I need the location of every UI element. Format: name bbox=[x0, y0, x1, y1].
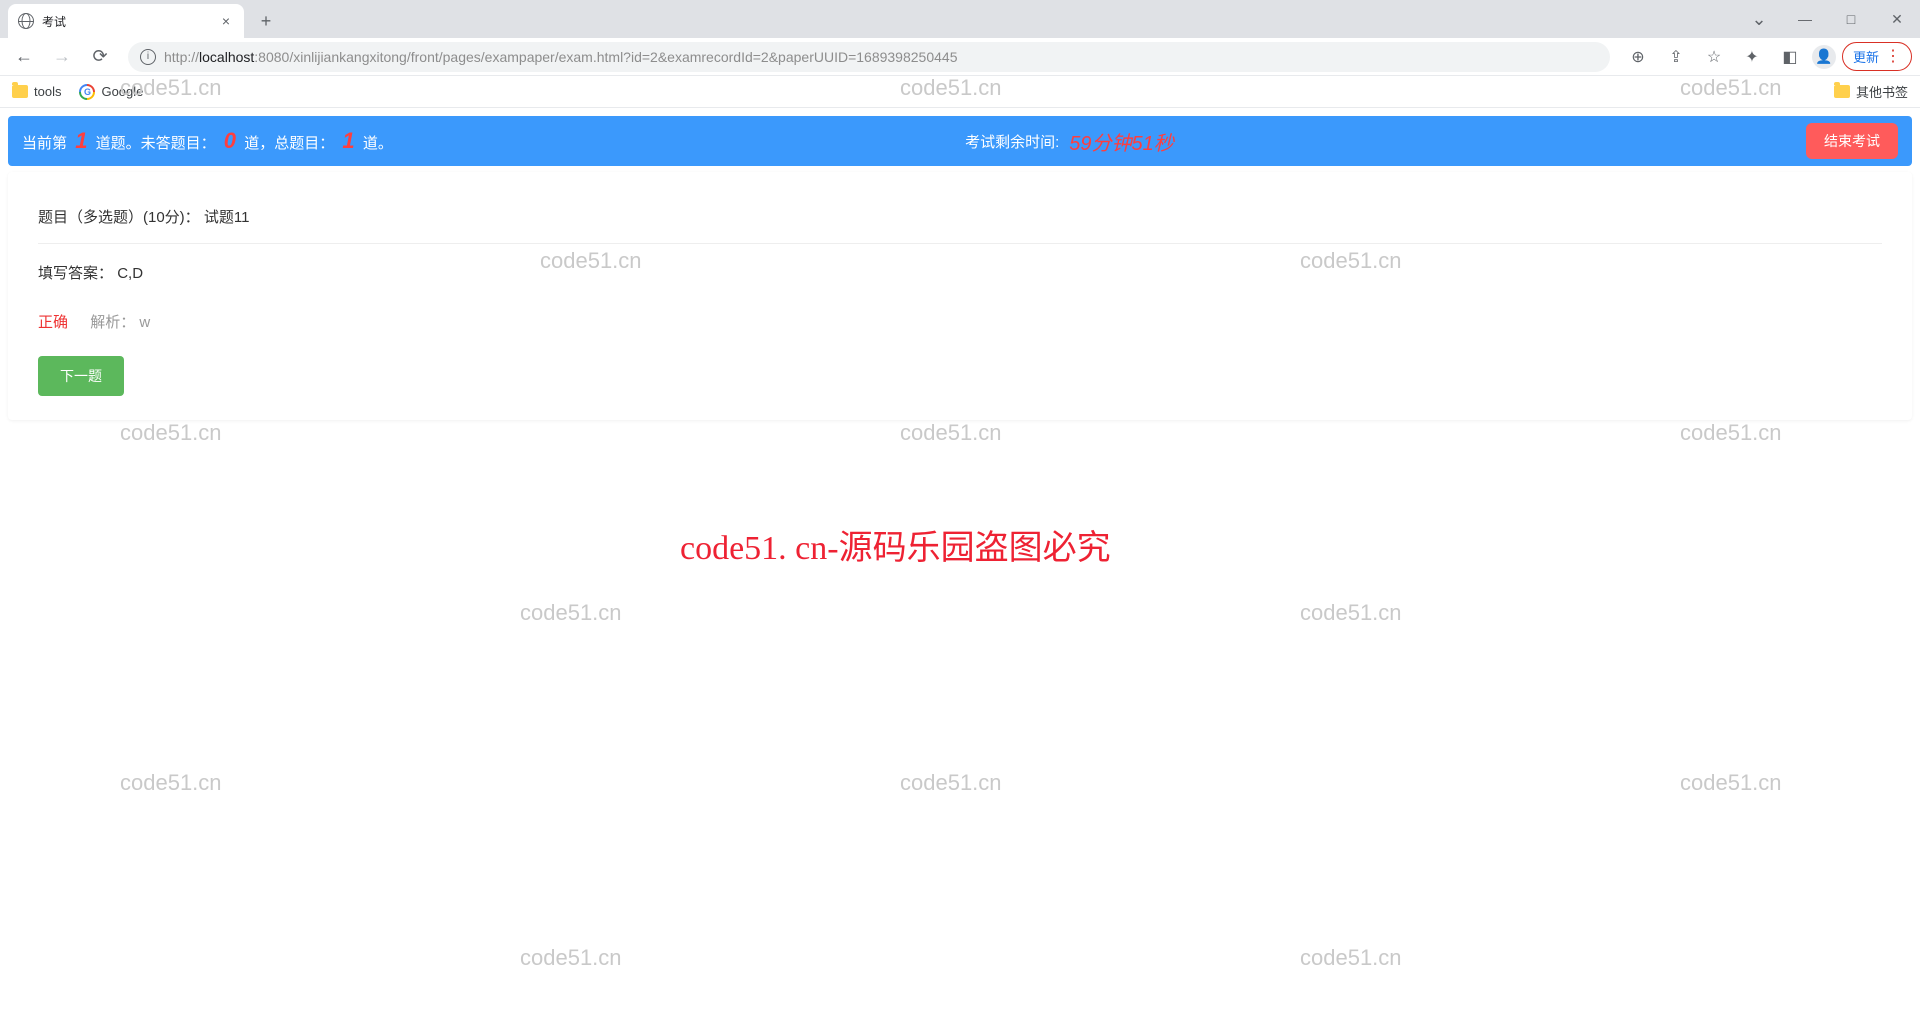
window-close-icon[interactable]: ✕ bbox=[1874, 0, 1920, 38]
globe-icon bbox=[18, 13, 34, 29]
sidepanel-icon[interactable]: ◧ bbox=[1774, 41, 1806, 73]
timer-label: 考试剩余时间: bbox=[965, 131, 1059, 152]
url-text: http://localhost:8080/xinlijiankangxiton… bbox=[164, 49, 957, 65]
address-bar[interactable]: i http://localhost:8080/xinlijiankangxit… bbox=[128, 42, 1610, 72]
tab-title: 考试 bbox=[42, 13, 210, 30]
watermark: code51.cn bbox=[520, 945, 622, 971]
question-title-row: 题目（多选题）(10分)： 试题11 bbox=[38, 190, 1882, 244]
page-content: 当前第 1 道题。未答题目： 0 道，总题目： 1 道。 考试剩余时间: 59分… bbox=[0, 108, 1920, 428]
answer-row: 填写答案： C,D bbox=[38, 244, 1882, 301]
folder-icon bbox=[12, 85, 28, 98]
maximize-icon[interactable]: □ bbox=[1828, 0, 1874, 38]
question-card: 题目（多选题）(10分)： 试题11 填写答案： C,D 正确 解析： w 下一… bbox=[8, 172, 1912, 420]
analysis-text: w bbox=[139, 314, 150, 331]
extensions-icon[interactable]: ✦ bbox=[1736, 41, 1768, 73]
minimize-icon[interactable]: ― bbox=[1782, 0, 1828, 38]
back-button[interactable]: ← bbox=[8, 41, 40, 73]
share-icon[interactable]: ⇪ bbox=[1660, 41, 1692, 73]
watermark: code51.cn bbox=[1300, 600, 1402, 626]
watermark: code51.cn bbox=[120, 770, 222, 796]
tab-dropdown-icon[interactable]: ⌄ bbox=[1736, 0, 1782, 38]
folder-icon bbox=[1834, 85, 1850, 98]
question-text: 试题11 bbox=[204, 209, 250, 226]
bookmark-google[interactable]: Google bbox=[79, 84, 143, 100]
profile-avatar-icon[interactable]: 👤 bbox=[1812, 45, 1836, 69]
browser-tab[interactable]: 考试 × bbox=[8, 4, 244, 38]
new-tab-button[interactable]: + bbox=[252, 7, 280, 35]
correct-label: 正确 bbox=[38, 314, 68, 331]
status-text: 当前第 1 道题。未答题目： 0 道，总题目： 1 道。 bbox=[22, 128, 393, 154]
bookmark-star-icon[interactable]: ☆ bbox=[1698, 41, 1730, 73]
bookmark-other[interactable]: 其他书签 bbox=[1834, 82, 1908, 101]
watermark: code51.cn bbox=[1680, 770, 1782, 796]
question-label: 题目（多选题）(10分)： bbox=[38, 209, 200, 226]
close-icon[interactable]: × bbox=[218, 13, 234, 29]
site-info-icon[interactable]: i bbox=[140, 49, 156, 65]
watermark-big: code51. cn-源码乐园盗图必究 bbox=[680, 520, 1111, 569]
exam-status-bar: 当前第 1 道题。未答题目： 0 道，总题目： 1 道。 考试剩余时间: 59分… bbox=[8, 116, 1912, 166]
browser-toolbar: ← → ⟳ i http://localhost:8080/xinlijiank… bbox=[0, 38, 1920, 76]
watermark: code51.cn bbox=[1300, 945, 1402, 971]
next-question-button[interactable]: 下一题 bbox=[38, 356, 124, 396]
update-button[interactable]: 更新⋮ bbox=[1842, 42, 1912, 71]
google-icon bbox=[79, 84, 95, 100]
reload-button[interactable]: ⟳ bbox=[84, 41, 116, 73]
window-controls: ⌄ ― □ ✕ bbox=[1736, 0, 1920, 38]
zoom-icon[interactable]: ⊕ bbox=[1622, 41, 1654, 73]
timer-value: 59分钟51秒 bbox=[1069, 127, 1174, 156]
bookmarks-bar: tools Google 其他书签 bbox=[0, 76, 1920, 108]
end-exam-button[interactable]: 结束考试 bbox=[1806, 123, 1898, 159]
watermark: code51.cn bbox=[900, 770, 1002, 796]
watermark: code51.cn bbox=[520, 600, 622, 626]
answer-label: 填写答案： bbox=[38, 265, 113, 282]
forward-button[interactable]: → bbox=[46, 41, 78, 73]
bookmark-tools[interactable]: tools bbox=[12, 84, 61, 99]
analysis-label: 解析： bbox=[90, 314, 135, 331]
answer-value: C,D bbox=[117, 265, 143, 282]
browser-tab-strip: 考试 × + ⌄ ― □ ✕ bbox=[0, 0, 1920, 38]
analysis-row: 正确 解析： w bbox=[38, 301, 1882, 356]
